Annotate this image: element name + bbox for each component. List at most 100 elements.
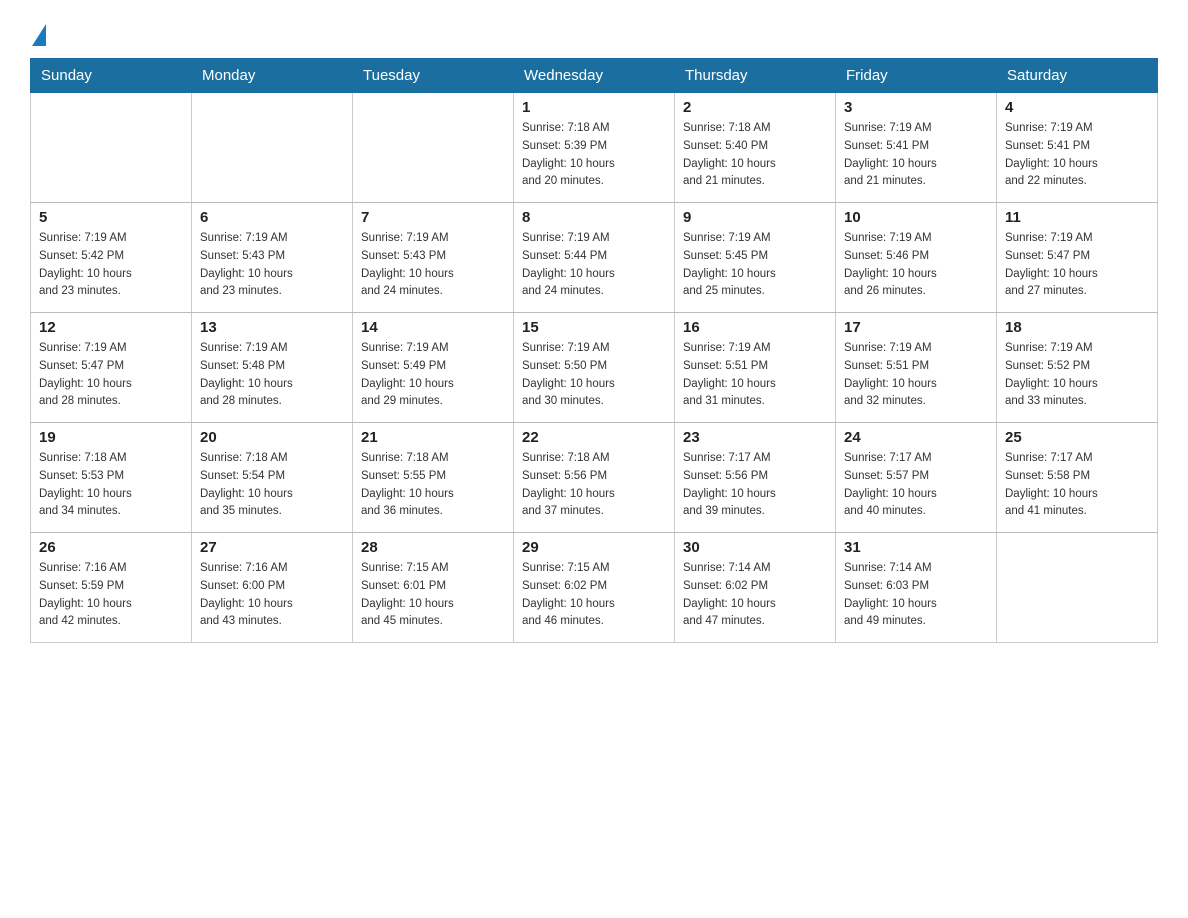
day-cell: 30Sunrise: 7:14 AM Sunset: 6:02 PM Dayli… <box>675 533 836 643</box>
day-cell: 3 Sunrise: 7:19 AM Sunset: 5:41 PM Daylig… <box>836 93 997 203</box>
day-cell: 27 Sunrise: 7:16 AM Sunset: 6:00 PM Dayli… <box>192 533 353 643</box>
day-cell: 22 Sunrise: 7:18 AM Sunset: 5:56 PM Dayli… <box>514 423 675 533</box>
day-info: Sunrise: 7:19 AM Sunset: 5:52 PM Dayligh… <box>1005 340 1149 411</box>
day-cell <box>31 93 192 203</box>
day-cell: 5 Sunrise: 7:19 AM Sunset: 5:42 PM Daylig… <box>31 203 192 313</box>
calendar-header: SundayMondayTuesdayWednesdayThursdayFrid… <box>31 59 1158 93</box>
day-info: Sunrise: 7:19 AM Sunset: 5:43 PM Dayligh… <box>361 230 505 301</box>
day-number: 11 <box>1005 209 1149 226</box>
header-row: SundayMondayTuesdayWednesdayThursdayFrid… <box>31 59 1158 93</box>
day-cell: 16 Sunrise: 7:19 AM Sunset: 5:51 PM Dayli… <box>675 313 836 423</box>
day-cell: 18 Sunrise: 7:19 AM Sunset: 5:52 PM Dayli… <box>997 313 1158 423</box>
day-cell <box>353 93 514 203</box>
day-cell: 31 Sunrise: 7:14 AM Sunset: 6:03 PM Dayli… <box>836 533 997 643</box>
day-info: Sunrise: 7:19 AM Sunset: 5:49 PM Dayligh… <box>361 340 505 411</box>
day-number: 4 <box>1005 99 1149 116</box>
day-number: 26 <box>39 539 183 556</box>
day-cell: 25 Sunrise: 7:17 AM Sunset: 5:58 PM Dayli… <box>997 423 1158 533</box>
day-number: 27 <box>200 539 344 556</box>
day-cell: 29 Sunrise: 7:15 AM Sunset: 6:02 PM Dayli… <box>514 533 675 643</box>
day-number: 21 <box>361 429 505 446</box>
day-number: 14 <box>361 319 505 336</box>
day-info: Sunrise: 7:17 AM Sunset: 5:57 PM Dayligh… <box>844 450 988 521</box>
day-number: 29 <box>522 539 666 556</box>
day-info: Sunrise: 7:19 AM Sunset: 5:48 PM Dayligh… <box>200 340 344 411</box>
day-info: Sunrise: 7:14 AM Sunset: 6:03 PM Dayligh… <box>844 560 988 631</box>
day-info: Sunrise: 7:15 AM Sunset: 6:01 PM Dayligh… <box>361 560 505 631</box>
day-info: Sunrise: 7:19 AM Sunset: 5:41 PM Dayligh… <box>844 120 988 191</box>
day-number: 31 <box>844 539 988 556</box>
day-info: Sunrise: 7:19 AM Sunset: 5:42 PM Dayligh… <box>39 230 183 301</box>
day-cell: 21 Sunrise: 7:18 AM Sunset: 5:55 PM Dayli… <box>353 423 514 533</box>
week-row-1: 1 Sunrise: 7:18 AM Sunset: 5:39 PM Daylig… <box>31 93 1158 203</box>
header-cell-wednesday: Wednesday <box>514 59 675 93</box>
header-cell-tuesday: Tuesday <box>353 59 514 93</box>
day-cell: 23 Sunrise: 7:17 AM Sunset: 5:56 PM Dayli… <box>675 423 836 533</box>
day-cell: 17Sunrise: 7:19 AM Sunset: 5:51 PM Dayli… <box>836 313 997 423</box>
day-info: Sunrise: 7:19 AM Sunset: 5:51 PM Dayligh… <box>844 340 988 411</box>
day-number: 12 <box>39 319 183 336</box>
day-info: Sunrise: 7:17 AM Sunset: 5:58 PM Dayligh… <box>1005 450 1149 521</box>
day-info: Sunrise: 7:18 AM Sunset: 5:56 PM Dayligh… <box>522 450 666 521</box>
day-cell: 8 Sunrise: 7:19 AM Sunset: 5:44 PM Daylig… <box>514 203 675 313</box>
day-info: Sunrise: 7:16 AM Sunset: 5:59 PM Dayligh… <box>39 560 183 631</box>
logo <box>30 20 46 42</box>
header-cell-thursday: Thursday <box>675 59 836 93</box>
day-cell: 11 Sunrise: 7:19 AM Sunset: 5:47 PM Dayli… <box>997 203 1158 313</box>
header-cell-saturday: Saturday <box>997 59 1158 93</box>
day-info: Sunrise: 7:19 AM Sunset: 5:51 PM Dayligh… <box>683 340 827 411</box>
day-info: Sunrise: 7:19 AM Sunset: 5:45 PM Dayligh… <box>683 230 827 301</box>
day-number: 9 <box>683 209 827 226</box>
day-cell: 19Sunrise: 7:18 AM Sunset: 5:53 PM Dayli… <box>31 423 192 533</box>
day-number: 2 <box>683 99 827 116</box>
day-cell: 26 Sunrise: 7:16 AM Sunset: 5:59 PM Dayli… <box>31 533 192 643</box>
header-cell-sunday: Sunday <box>31 59 192 93</box>
day-info: Sunrise: 7:19 AM Sunset: 5:41 PM Dayligh… <box>1005 120 1149 191</box>
day-number: 23 <box>683 429 827 446</box>
day-info: Sunrise: 7:19 AM Sunset: 5:46 PM Dayligh… <box>844 230 988 301</box>
day-info: Sunrise: 7:18 AM Sunset: 5:39 PM Dayligh… <box>522 120 666 191</box>
day-number: 5 <box>39 209 183 226</box>
calendar-body: 1 Sunrise: 7:18 AM Sunset: 5:39 PM Daylig… <box>31 93 1158 643</box>
week-row-5: 26 Sunrise: 7:16 AM Sunset: 5:59 PM Dayli… <box>31 533 1158 643</box>
day-info: Sunrise: 7:19 AM Sunset: 5:47 PM Dayligh… <box>1005 230 1149 301</box>
day-number: 30 <box>683 539 827 556</box>
day-info: Sunrise: 7:19 AM Sunset: 5:44 PM Dayligh… <box>522 230 666 301</box>
day-cell: 4 Sunrise: 7:19 AM Sunset: 5:41 PM Daylig… <box>997 93 1158 203</box>
page-header <box>30 20 1158 42</box>
day-number: 28 <box>361 539 505 556</box>
day-number: 6 <box>200 209 344 226</box>
header-cell-friday: Friday <box>836 59 997 93</box>
day-cell: 7 Sunrise: 7:19 AM Sunset: 5:43 PM Daylig… <box>353 203 514 313</box>
header-cell-monday: Monday <box>192 59 353 93</box>
day-number: 1 <box>522 99 666 116</box>
day-info: Sunrise: 7:19 AM Sunset: 5:47 PM Dayligh… <box>39 340 183 411</box>
day-number: 20 <box>200 429 344 446</box>
day-number: 18 <box>1005 319 1149 336</box>
day-number: 15 <box>522 319 666 336</box>
day-number: 25 <box>1005 429 1149 446</box>
day-info: Sunrise: 7:18 AM Sunset: 5:55 PM Dayligh… <box>361 450 505 521</box>
day-cell: 28 Sunrise: 7:15 AM Sunset: 6:01 PM Dayli… <box>353 533 514 643</box>
day-number: 3 <box>844 99 988 116</box>
day-cell: 20Sunrise: 7:18 AM Sunset: 5:54 PM Dayli… <box>192 423 353 533</box>
day-cell <box>192 93 353 203</box>
day-number: 7 <box>361 209 505 226</box>
day-number: 8 <box>522 209 666 226</box>
day-cell: 9 Sunrise: 7:19 AM Sunset: 5:45 PM Daylig… <box>675 203 836 313</box>
day-info: Sunrise: 7:17 AM Sunset: 5:56 PM Dayligh… <box>683 450 827 521</box>
day-info: Sunrise: 7:15 AM Sunset: 6:02 PM Dayligh… <box>522 560 666 631</box>
day-number: 24 <box>844 429 988 446</box>
day-cell: 6 Sunrise: 7:19 AM Sunset: 5:43 PM Daylig… <box>192 203 353 313</box>
day-cell: 15Sunrise: 7:19 AM Sunset: 5:50 PM Dayli… <box>514 313 675 423</box>
day-number: 22 <box>522 429 666 446</box>
day-number: 13 <box>200 319 344 336</box>
day-number: 16 <box>683 319 827 336</box>
week-row-3: 12 Sunrise: 7:19 AM Sunset: 5:47 PM Dayli… <box>31 313 1158 423</box>
calendar-table: SundayMondayTuesdayWednesdayThursdayFrid… <box>30 58 1158 643</box>
logo-triangle-icon <box>32 24 46 46</box>
day-info: Sunrise: 7:19 AM Sunset: 5:43 PM Dayligh… <box>200 230 344 301</box>
week-row-2: 5 Sunrise: 7:19 AM Sunset: 5:42 PM Daylig… <box>31 203 1158 313</box>
day-cell: 1 Sunrise: 7:18 AM Sunset: 5:39 PM Daylig… <box>514 93 675 203</box>
day-info: Sunrise: 7:16 AM Sunset: 6:00 PM Dayligh… <box>200 560 344 631</box>
